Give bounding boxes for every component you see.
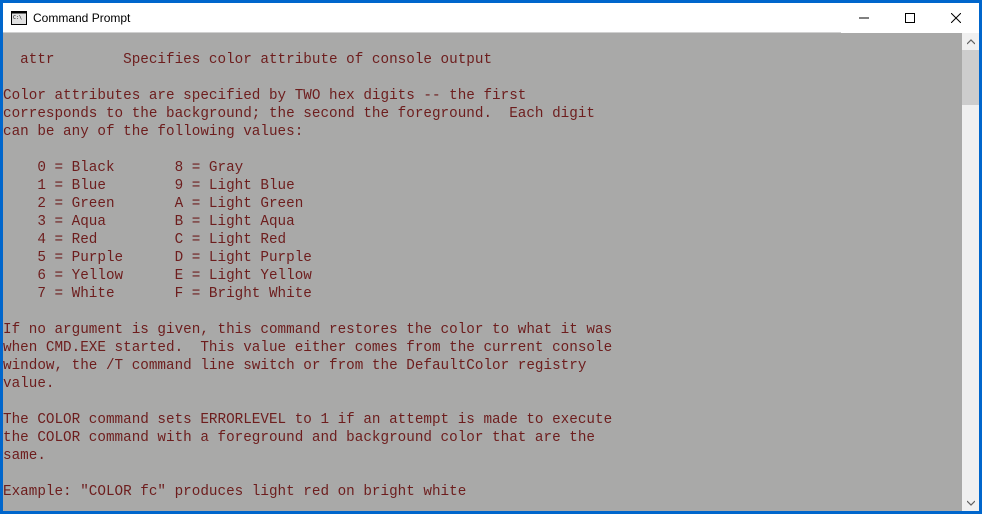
minimize-button[interactable] <box>841 3 887 33</box>
console-output[interactable]: attr Specifies color attribute of consol… <box>3 33 962 511</box>
scroll-up-button[interactable] <box>962 33 979 50</box>
cmd-icon: C:\ <box>11 11 27 25</box>
command-prompt-window: C:\ Command Prompt attr Specifies color … <box>2 2 980 512</box>
vertical-scrollbar[interactable] <box>962 33 979 511</box>
close-button[interactable] <box>933 3 979 33</box>
window-controls <box>841 3 979 32</box>
scrollbar-thumb[interactable] <box>962 50 979 105</box>
scroll-down-button[interactable] <box>962 494 979 511</box>
scrollbar-track[interactable] <box>962 50 979 494</box>
window-title: Command Prompt <box>33 11 841 25</box>
maximize-button[interactable] <box>887 3 933 33</box>
svg-text:C:\: C:\ <box>13 15 22 21</box>
client-area: attr Specifies color attribute of consol… <box>3 33 979 511</box>
titlebar[interactable]: C:\ Command Prompt <box>3 3 979 33</box>
